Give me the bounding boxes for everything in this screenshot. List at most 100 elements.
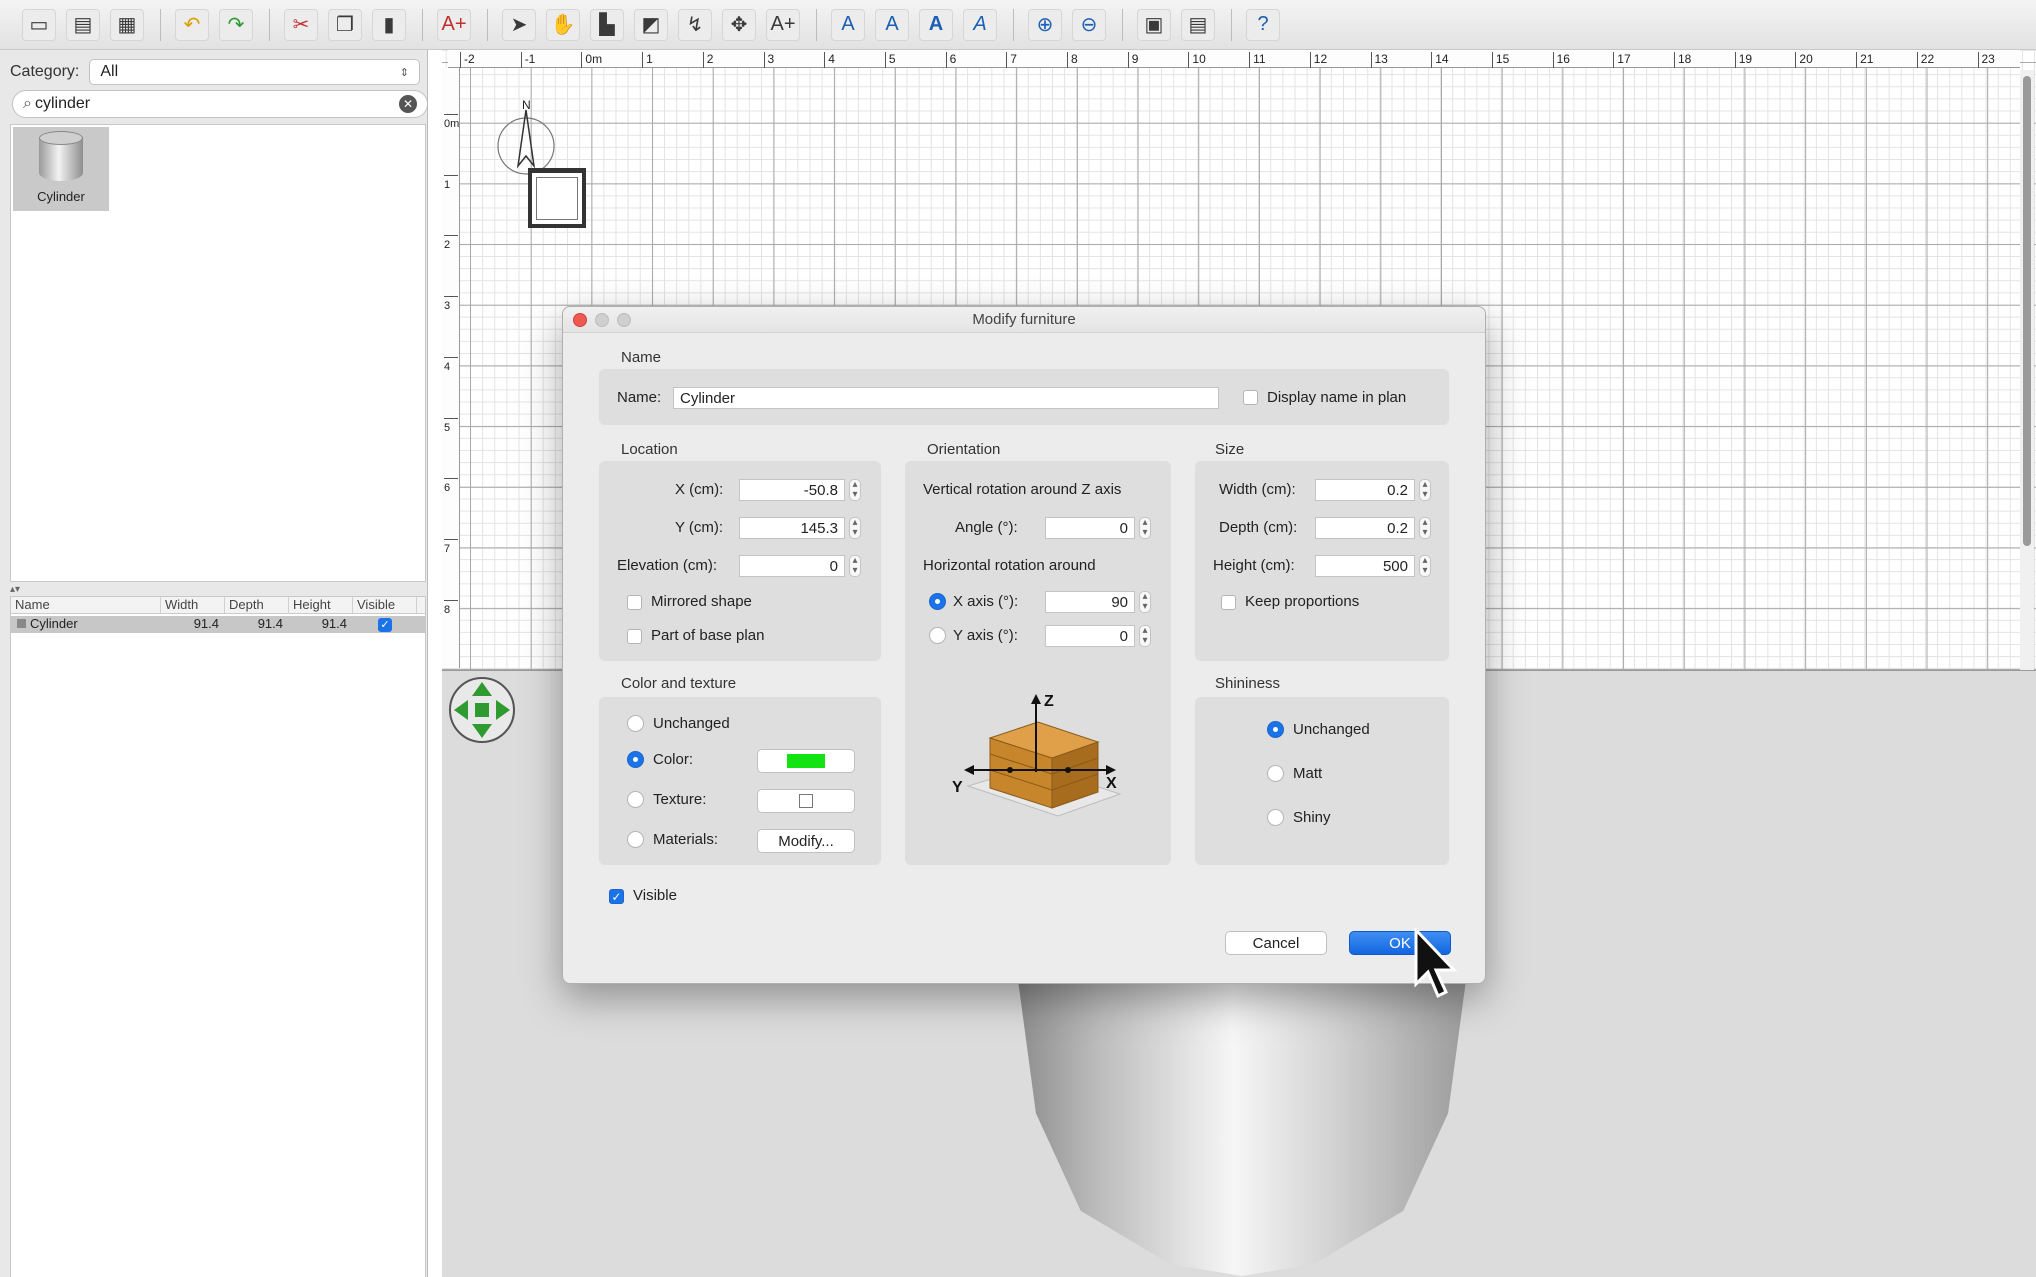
elevation-field[interactable]: 0 — [739, 555, 845, 577]
elevation-spinner[interactable]: ▴ ▾ — [849, 555, 861, 577]
depth-spinner[interactable]: ▴ ▾ — [1419, 517, 1431, 539]
scrollbar-thumb[interactable] — [2023, 76, 2031, 546]
column-header-height[interactable]: Height — [289, 597, 353, 613]
create-rooms-icon[interactable]: ◩ — [634, 8, 668, 41]
y-axis-field[interactable]: 0 — [1045, 625, 1135, 647]
search-input[interactable]: ⌕ cylinder ✕ — [12, 90, 428, 118]
keep-proportions-checkbox[interactable] — [1221, 595, 1236, 610]
width-spinner[interactable]: ▴ ▾ — [1419, 479, 1431, 501]
depth-field[interactable]: 0.2 — [1315, 517, 1415, 539]
shininess-section-title: Shininess — [1215, 675, 1281, 692]
cell-depth: 91.4 — [257, 616, 283, 631]
ruler-tick-label: 18 — [1674, 52, 1691, 68]
bold-text-icon[interactable]: A — [919, 8, 953, 41]
create-video-icon[interactable]: ▤ — [1181, 8, 1215, 41]
angle-spinner[interactable]: ▴ ▾ — [1139, 517, 1151, 539]
base-plan-checkbox[interactable] — [627, 629, 642, 644]
matt-radio[interactable] — [1267, 765, 1284, 782]
visible-checkbox[interactable]: ✓ — [609, 889, 624, 904]
display-name-checkbox[interactable] — [1243, 390, 1258, 405]
cut-icon[interactable]: ✂ — [284, 8, 318, 41]
plan-furniture-cylinder[interactable] — [528, 168, 586, 228]
create-walls-icon[interactable]: ▙ — [590, 8, 624, 41]
save-icon[interactable]: ▦ — [110, 8, 144, 41]
undo-icon[interactable]: ↶ — [175, 8, 209, 41]
x-field[interactable]: -50.8 — [739, 479, 845, 501]
pan-icon[interactable]: ✋ — [546, 8, 580, 41]
table-row[interactable]: Cylinder 91.4 91.4 91.4 ✓ — [11, 616, 425, 633]
width-label: Width (cm): — [1219, 481, 1296, 498]
x-axis-spinner[interactable]: ▴ ▾ — [1139, 591, 1151, 613]
y-spinner[interactable]: ▴ ▾ — [849, 517, 861, 539]
x-axis-field[interactable]: 90 — [1045, 591, 1135, 613]
catalog-item-cylinder[interactable]: Cylinder — [13, 127, 109, 211]
unchanged-color-radio[interactable] — [627, 715, 644, 732]
y-field[interactable]: 145.3 — [739, 517, 845, 539]
ruler-tick-label: 7 — [1006, 52, 1017, 68]
ruler-tick-label: 6 — [945, 52, 956, 68]
zoom-in-icon[interactable]: ⊕ — [1028, 8, 1062, 41]
column-header-visible[interactable]: Visible — [353, 597, 417, 613]
column-header-depth[interactable]: Depth — [225, 597, 289, 613]
create-dimensions-icon[interactable]: ✥ — [722, 8, 756, 41]
modify-materials-button[interactable]: Modify... — [757, 829, 855, 853]
copy-icon[interactable]: ❐ — [328, 8, 362, 41]
color-radio[interactable] — [627, 751, 644, 768]
materials-radio[interactable] — [627, 831, 644, 848]
angle-field[interactable]: 0 — [1045, 517, 1135, 539]
mirrored-checkbox[interactable] — [627, 595, 642, 610]
width-field[interactable]: 0.2 — [1315, 479, 1415, 501]
visible-checkbox[interactable]: ✓ — [378, 618, 392, 632]
texture-radio[interactable] — [627, 791, 644, 808]
zoom-out-icon[interactable]: ⊖ — [1072, 8, 1106, 41]
select-icon[interactable]: ➤ — [502, 8, 536, 41]
ruler-tick-label: 4 — [444, 356, 458, 373]
column-header-width[interactable]: Width — [161, 597, 225, 613]
redo-icon[interactable]: ↷ — [219, 8, 253, 41]
decrease-text-icon[interactable]: A — [875, 8, 909, 41]
y-axis-radio[interactable] — [929, 627, 946, 644]
toolbar-divider — [269, 8, 270, 41]
open-icon[interactable]: ▤ — [66, 8, 100, 41]
close-window-icon[interactable] — [573, 313, 587, 327]
clear-search-icon[interactable]: ✕ — [399, 95, 417, 113]
shiny-radio[interactable] — [1267, 809, 1284, 826]
ruler-tick-label: 8 — [1067, 52, 1078, 68]
category-select[interactable]: All ⇕ — [89, 59, 420, 85]
color-button[interactable] — [757, 749, 855, 773]
create-photo-icon[interactable]: ▣ — [1137, 8, 1171, 41]
shininess-unchanged-radio[interactable] — [1267, 721, 1284, 738]
increase-text-icon[interactable]: A — [831, 8, 865, 41]
category-value: All — [100, 63, 119, 80]
orientation-section-title: Orientation — [927, 441, 1001, 458]
y-axis-spinner[interactable]: ▴ ▾ — [1139, 625, 1151, 647]
column-header-name[interactable]: Name — [11, 597, 161, 613]
x-label: X (cm): — [675, 481, 724, 498]
italic-text-icon[interactable]: A — [963, 8, 997, 41]
x-spinner[interactable]: ▴ ▾ — [849, 479, 861, 501]
navigation-arrows-icon[interactable] — [448, 674, 516, 746]
new-home-icon[interactable]: ▭ — [22, 8, 56, 41]
ruler-tick-label: 10 — [1188, 52, 1206, 68]
x-axis-radio[interactable] — [929, 593, 946, 610]
catalog-list: Cylinder — [10, 124, 426, 582]
add-text-icon[interactable]: A+ — [766, 8, 800, 41]
mouse-pointer-icon — [1414, 928, 1458, 999]
texture-button[interactable] — [757, 789, 855, 813]
minimize-window-icon[interactable] — [595, 313, 609, 327]
create-polylines-icon[interactable]: ↯ — [678, 8, 712, 41]
add-furniture-icon[interactable]: A+ — [437, 8, 471, 41]
height-spinner[interactable]: ▴ ▾ — [1419, 555, 1431, 577]
maximize-window-icon[interactable] — [617, 313, 631, 327]
texture-preview — [799, 794, 813, 808]
paste-icon[interactable]: ▮ — [372, 8, 406, 41]
help-icon[interactable]: ? — [1246, 8, 1280, 41]
base-plan-label: Part of base plan — [651, 627, 765, 644]
plan-scrollbar[interactable] — [2020, 70, 2034, 670]
name-field[interactable]: Cylinder — [673, 387, 1219, 409]
height-field[interactable]: 500 — [1315, 555, 1415, 577]
visible-label: Visible — [633, 887, 677, 904]
ruler-tick-label: 0m — [581, 52, 602, 68]
cancel-button[interactable]: Cancel — [1225, 931, 1327, 955]
depth-label: Depth (cm): — [1219, 519, 1298, 536]
